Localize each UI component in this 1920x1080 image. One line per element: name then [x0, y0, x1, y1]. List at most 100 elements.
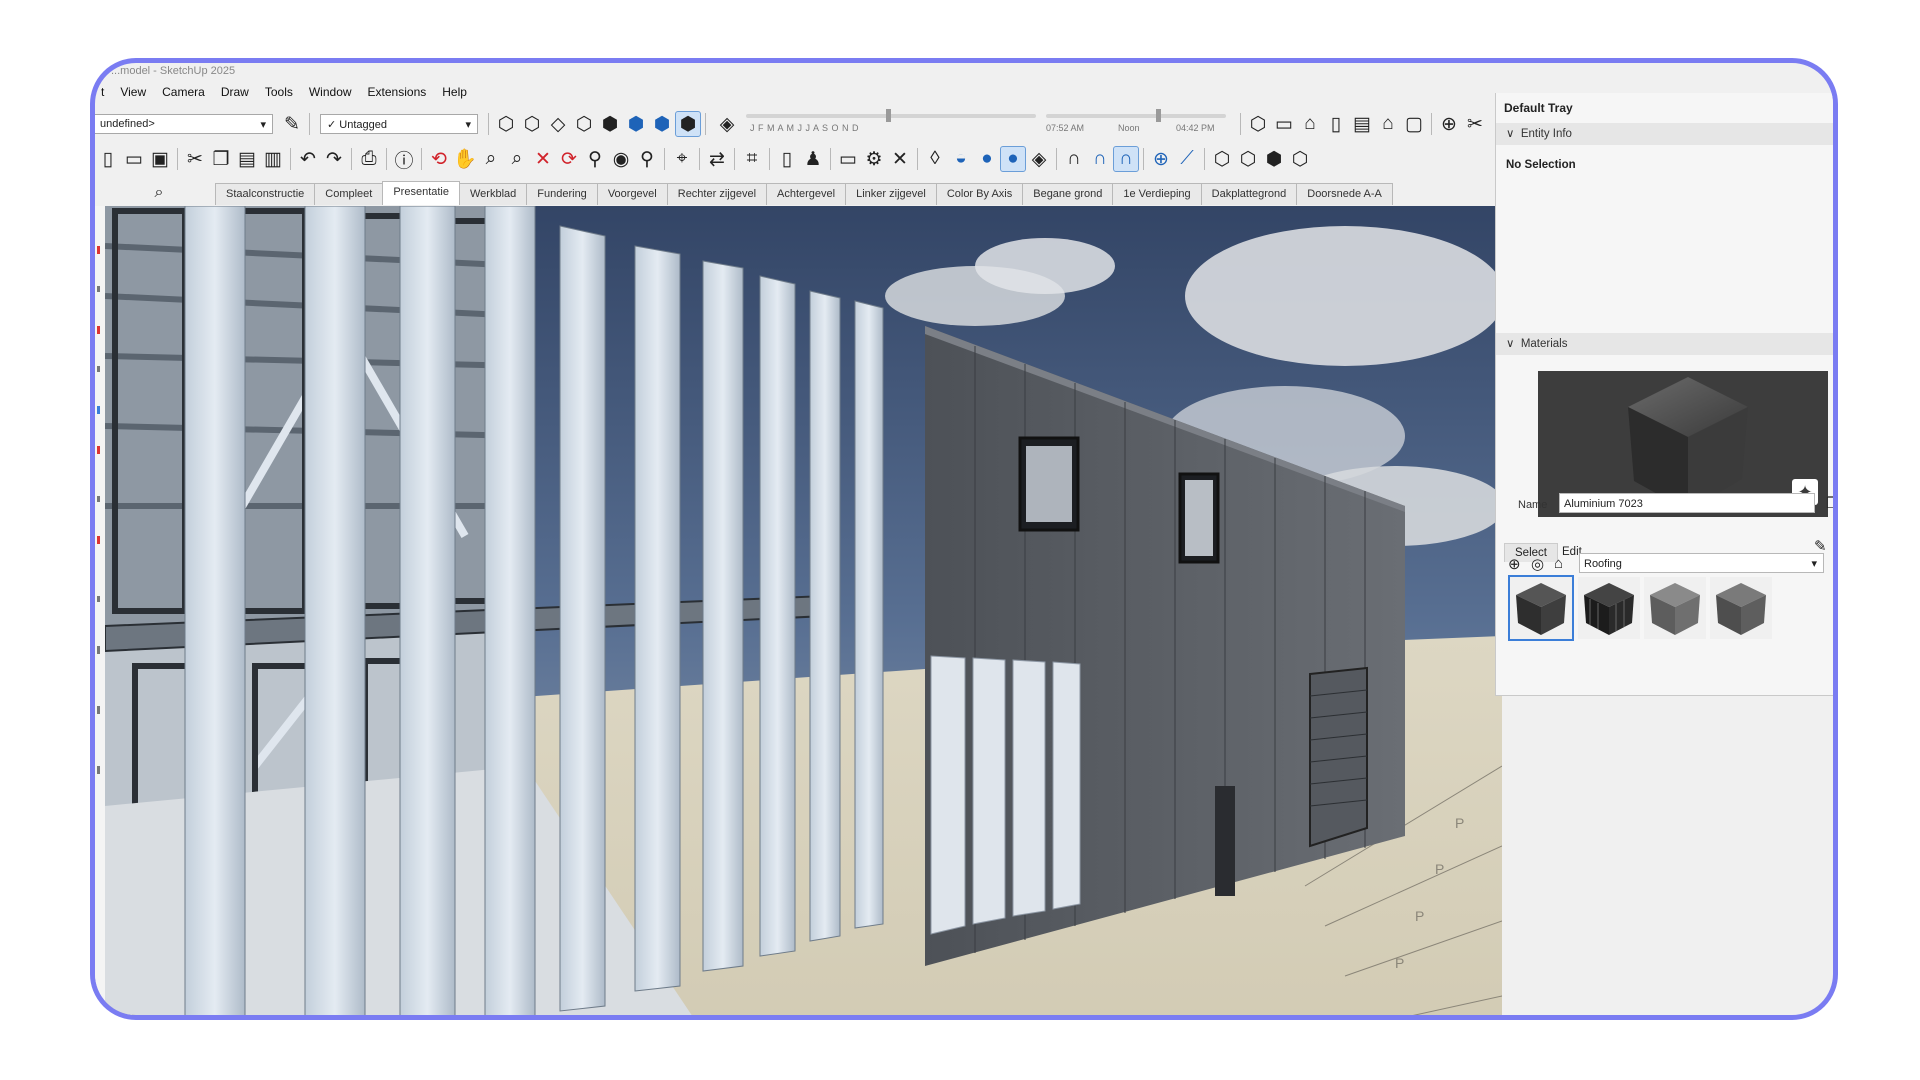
right-view-icon[interactable]: ▯ [1323, 111, 1349, 137]
drop-active-icon[interactable]: ● [1000, 146, 1026, 172]
back-view-icon[interactable]: ▤ [1349, 111, 1375, 137]
monochrome-icon[interactable]: ⬢ [649, 111, 675, 137]
material-swatch[interactable] [1644, 577, 1706, 639]
model-info-icon[interactable]: ⓘ [391, 146, 417, 172]
magnet-active-icon[interactable]: ∩ [1113, 146, 1139, 172]
model-viewport[interactable]: P P P P [105, 206, 1502, 1015]
menu-view[interactable]: View [120, 85, 146, 99]
material-swatch[interactable] [1710, 577, 1772, 639]
new-icon[interactable]: ▯ [95, 146, 121, 172]
shaded-textures-icon[interactable]: ⬢ [623, 111, 649, 137]
warehouse-icon[interactable]: ⇄ [704, 146, 730, 172]
material-category-select[interactable]: Roofing ▾ [1579, 553, 1824, 573]
tag-paint-icon[interactable]: ✎ [279, 111, 305, 137]
undo-icon[interactable]: ↶ [295, 146, 321, 172]
tab-1e-verdieping[interactable]: 1e Verdieping [1112, 183, 1202, 205]
search-scenes-icon[interactable]: ⌕ [109, 181, 209, 205]
solid-filled-icon[interactable]: ⬢ [1261, 146, 1287, 172]
tab-linker-zijgevel[interactable]: Linker zijgevel [845, 183, 937, 205]
zoom-extents-icon[interactable]: ✕ [530, 146, 556, 172]
slider-handle[interactable] [886, 109, 891, 122]
pan-icon[interactable]: ✋ [452, 146, 478, 172]
zoom-icon[interactable]: ⌕ [478, 146, 504, 172]
tab-begane-grond[interactable]: Begane grond [1022, 183, 1114, 205]
tab-dakplattegrond[interactable]: Dakplattegrond [1200, 183, 1298, 205]
materials-header[interactable]: ∨ Materials [1496, 333, 1833, 355]
hidden-line-icon[interactable]: ⬡ [571, 111, 597, 137]
drop-half-icon[interactable]: ◒ [948, 146, 974, 172]
erase-icon[interactable]: ▥ [260, 146, 286, 172]
tab-achtergevel[interactable]: Achtergevel [766, 183, 847, 205]
tab-fundering[interactable]: Fundering [526, 183, 598, 205]
folder-icon[interactable]: ▭ [835, 146, 861, 172]
menu-window[interactable]: Window [309, 85, 352, 99]
solid-cloud-icon[interactable]: ⬡ [1235, 146, 1261, 172]
cut-icon[interactable]: ✂ [182, 146, 208, 172]
print-icon[interactable]: ⎙ [356, 146, 382, 172]
model-materials-icon[interactable]: ◎ [1531, 555, 1544, 573]
slider-handle[interactable] [1156, 109, 1161, 122]
orbit-icon[interactable]: ⟲ [426, 146, 452, 172]
tab-rechter-zijgevel[interactable]: Rechter zijgevel [666, 183, 768, 205]
tab-doorsnede-a-a[interactable]: Doorsnede A-A [1296, 183, 1393, 205]
save-icon[interactable]: ▣ [147, 146, 173, 172]
redo-icon[interactable]: ↷ [321, 146, 347, 172]
shadows-toggle-icon[interactable]: ◈ [714, 111, 740, 137]
layer-select[interactable]: undefined> ▾ [95, 114, 273, 134]
xray-style-icon[interactable]: ⬡ [493, 111, 519, 137]
geo-location-icon[interactable]: ⌖ [669, 146, 695, 172]
layout-icon[interactable]: ▯ [774, 146, 800, 172]
add-circle-icon[interactable]: ⊕ [1148, 146, 1174, 172]
drop-blue-icon[interactable]: ● [974, 146, 1000, 172]
material-name-field[interactable]: Aluminium 7023 [1559, 493, 1815, 513]
shaded-active-icon[interactable]: ⬢ [675, 111, 701, 137]
front-view-icon[interactable]: ⌂ [1297, 111, 1323, 137]
menu-draw[interactable]: Draw [221, 85, 249, 99]
copy-icon[interactable]: ❐ [208, 146, 234, 172]
menu-tools[interactable]: Tools [265, 85, 293, 99]
home-icon[interactable]: ⌂ [1554, 555, 1563, 572]
solid-clipped-icon[interactable]: ⬡ [1287, 146, 1313, 172]
tab-werkblad[interactable]: Werkblad [459, 183, 528, 205]
duplicate-icon[interactable]: ❐ [1826, 494, 1833, 512]
create-material-icon[interactable]: ⊕ [1508, 555, 1521, 573]
open-icon[interactable]: ▭ [121, 146, 147, 172]
previous-view-icon[interactable]: ⟳ [556, 146, 582, 172]
left-view-icon[interactable]: ⌂ [1375, 111, 1401, 137]
shadow-date-slider[interactable]: J F M A M J J A S O N D [746, 109, 1046, 139]
magnet-outline-icon[interactable]: ∩ [1061, 146, 1087, 172]
section-cut-icon[interactable]: ✂ [1462, 111, 1488, 137]
material-swatch[interactable] [1578, 577, 1640, 639]
menu-camera[interactable]: Camera [162, 85, 205, 99]
tab-presentatie[interactable]: Presentatie [382, 181, 460, 205]
tab-color-by-axis[interactable]: Color By Axis [935, 183, 1024, 205]
menu-extensions[interactable]: Extensions [368, 85, 427, 99]
connect-icon[interactable]: ⟋ [1174, 146, 1200, 172]
tab-voorgevel[interactable]: Voorgevel [596, 183, 668, 205]
look-around-icon[interactable]: ◉ [608, 146, 634, 172]
position-camera-icon[interactable]: ⚲ [582, 146, 608, 172]
material-swatch[interactable] [1508, 575, 1574, 641]
tag-select[interactable]: ✓ Untagged ▾ [320, 114, 478, 134]
section-plane-icon[interactable]: ⊕ [1436, 111, 1462, 137]
shaded-icon[interactable]: ⬢ [597, 111, 623, 137]
tab-compleet[interactable]: Compleet [314, 183, 384, 205]
top-view-icon[interactable]: ▭ [1271, 111, 1297, 137]
menu-file[interactable]: t [101, 85, 104, 99]
back-edges-icon[interactable]: ⬡ [519, 111, 545, 137]
drop-outline-icon[interactable]: ◊ [922, 146, 948, 172]
shadow-time-slider[interactable]: 07:52 AM Noon 04:42 PM [1046, 109, 1236, 139]
entity-info-header[interactable]: ∨ Entity Info [1496, 123, 1833, 145]
walk-icon[interactable]: ⚲ [634, 146, 660, 172]
iso-view-icon[interactable]: ⬡ [1245, 111, 1271, 137]
wireframe-icon[interactable]: ◇ [545, 111, 571, 137]
settings-icon[interactable]: ⚙ [861, 146, 887, 172]
solid-outline-icon[interactable]: ⬡ [1209, 146, 1235, 172]
zoom-window-icon[interactable]: ⌕ [504, 146, 530, 172]
drop-striped-icon[interactable]: ◈ [1026, 146, 1052, 172]
ar-icon[interactable]: ⌗ [739, 146, 765, 172]
close-icon[interactable]: ✕ [887, 146, 913, 172]
menu-help[interactable]: Help [442, 85, 467, 99]
tab-staalconstructie[interactable]: Staalconstructie [215, 183, 316, 205]
magnet-icon[interactable]: ∩ [1087, 146, 1113, 172]
